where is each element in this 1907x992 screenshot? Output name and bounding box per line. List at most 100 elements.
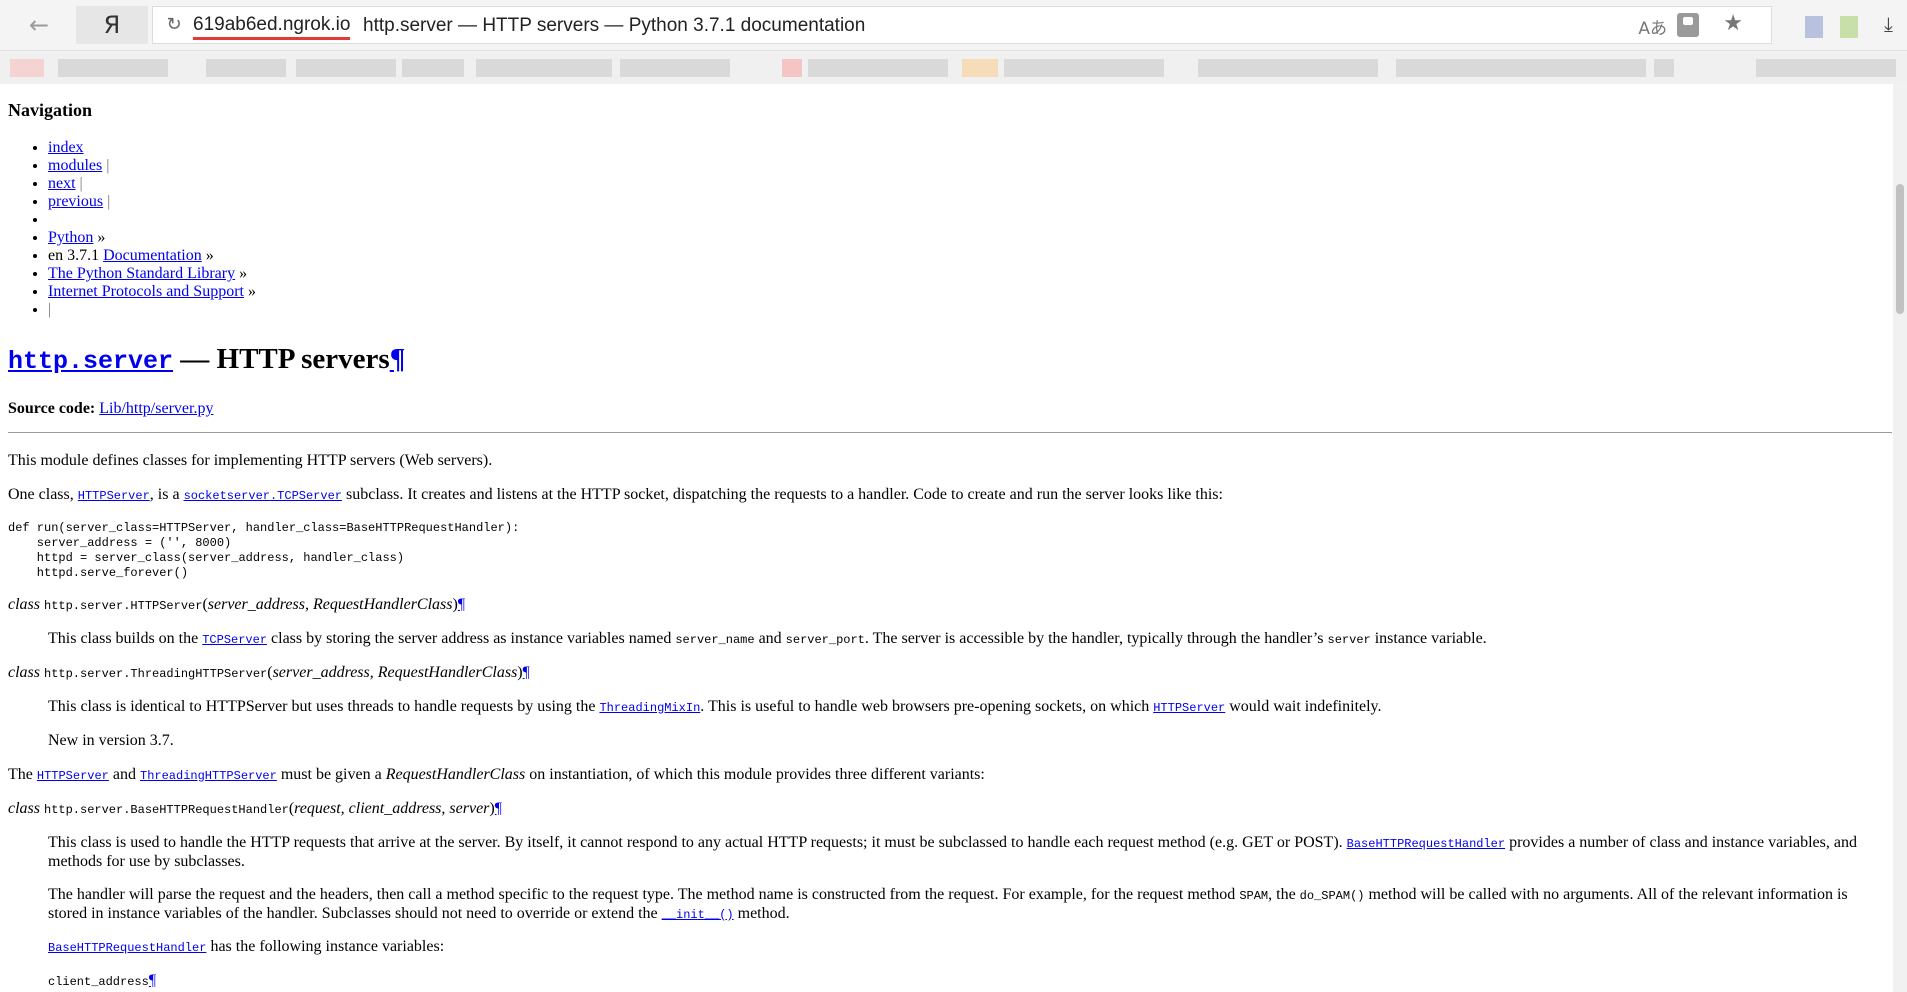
- bookmark-item[interactable]: [206, 59, 286, 77]
- nav-item-modules: modules |: [48, 157, 256, 175]
- attribute-permalink[interactable]: ¶: [149, 972, 156, 989]
- text: instance variable.: [1370, 630, 1487, 647]
- extension-icon[interactable]: [1840, 16, 1858, 38]
- nav-item-index: index: [48, 139, 256, 157]
- address-bar[interactable]: ↻ 619ab6ed.ngrok.io http.server — HTTP s…: [152, 6, 1772, 44]
- threadinghttpserver-link[interactable]: ThreadingHTTPServer: [140, 766, 277, 783]
- nav-separator: »: [97, 229, 106, 246]
- bookmark-item[interactable]: [1396, 59, 1646, 77]
- nav-link-next[interactable]: next: [48, 175, 76, 192]
- init-link[interactable]: __init__(): [662, 905, 734, 922]
- browser-chrome: ← Я ↻ 619ab6ed.ngrok.io http.server — HT…: [0, 0, 1907, 84]
- httpserver-code: HTTPServer: [77, 489, 150, 503]
- server-name-code: server_name: [675, 633, 755, 647]
- bookmark-item[interactable]: [1756, 59, 1896, 77]
- bookmark-item[interactable]: [782, 59, 802, 77]
- text: This class is used to handle the HTTP re…: [48, 834, 1347, 851]
- tcpserver-link[interactable]: socketserver.TCPServer: [184, 486, 342, 503]
- nav-item-empty: [48, 211, 256, 229]
- title-permalink[interactable]: ¶: [390, 343, 406, 375]
- nav-link-documentation[interactable]: Documentation: [103, 247, 202, 264]
- module-name-link[interactable]: http.server: [8, 343, 174, 376]
- bookmark-item[interactable]: [1004, 59, 1164, 77]
- nav-link-index[interactable]: index: [48, 139, 84, 156]
- signature-permalink[interactable]: ¶: [495, 800, 502, 817]
- class-keyword: class: [8, 664, 44, 681]
- bookmark-item[interactable]: [296, 59, 396, 77]
- text: , the: [1268, 886, 1300, 903]
- bookmark-item[interactable]: [962, 59, 998, 77]
- httpserver-link[interactable]: HTTPServer: [1153, 698, 1225, 715]
- text: . This is useful to handle web browsers …: [700, 698, 1154, 715]
- extension-icon[interactable]: [1805, 16, 1823, 38]
- bookmark-item[interactable]: [10, 59, 44, 77]
- horizontal-rule: [8, 432, 1892, 433]
- source-code-line: Source code: Lib/http/server.py: [8, 400, 213, 418]
- address-host[interactable]: 619ab6ed.ngrok.io: [193, 15, 351, 40]
- nav-version: en 3.7.1: [48, 247, 100, 264]
- scrollbar-thumb[interactable]: [1896, 184, 1904, 314]
- nav-separator: |: [106, 157, 110, 174]
- nav-item-next: next |: [48, 175, 256, 193]
- module-name: http.server: [8, 347, 174, 376]
- handler-intro-paragraph: The HTTPServer and ThreadingHTTPServer m…: [8, 766, 985, 784]
- nav-separator: »: [239, 265, 248, 282]
- basehttprequesthandler-code: BaseHTTPRequestHandler: [1346, 837, 1506, 851]
- basehttprequesthandler-link[interactable]: BaseHTTPRequestHandler: [1347, 834, 1505, 851]
- threadinghttpserver-description: This class is identical to HTTPServer bu…: [48, 698, 1878, 716]
- lock-icon[interactable]: [1677, 13, 1699, 37]
- nav-separator: |: [79, 175, 83, 192]
- vertical-scrollbar[interactable]: [1893, 84, 1907, 992]
- text: . The server is accessible by the handle…: [864, 630, 1328, 647]
- nav-link-stdlib[interactable]: The Python Standard Library: [48, 265, 235, 282]
- nav-link-previous[interactable]: previous: [48, 193, 103, 210]
- reload-icon[interactable]: ↻: [163, 13, 185, 37]
- signature-threadinghttpserver: class http.server.ThreadingHTTPServer(se…: [8, 664, 530, 681]
- navigation-heading: Navigation: [8, 100, 93, 120]
- star-icon[interactable]: ★: [1723, 11, 1743, 36]
- download-icon[interactable]: ⤓: [1884, 12, 1893, 36]
- nav-item-documentation: en 3.7.1 Documentation »: [48, 247, 256, 265]
- bookmark-item[interactable]: [620, 59, 730, 77]
- bookmark-item[interactable]: [58, 59, 168, 77]
- signature-permalink[interactable]: ¶: [523, 664, 530, 681]
- bookmark-item[interactable]: [476, 59, 612, 77]
- text: The handler will parse the request and t…: [48, 886, 1240, 903]
- yandex-button[interactable]: Я: [76, 6, 148, 44]
- address-page-title[interactable]: http.server — HTTP servers — Python 3.7.…: [363, 15, 865, 37]
- signature-basehttprequesthandler: class http.server.BaseHTTPRequestHandler…: [8, 800, 502, 817]
- nav-item-stdlib: The Python Standard Library »: [48, 265, 256, 283]
- handler-parse-description: The handler will parse the request and t…: [48, 886, 1860, 924]
- attribute-name: client_address: [48, 975, 149, 989]
- nav-item-search: |: [48, 301, 256, 319]
- httpserver-link[interactable]: HTTPServer: [78, 486, 150, 503]
- translate-icon[interactable]: Aあ: [1638, 14, 1667, 39]
- nav-item-previous: previous |: [48, 193, 256, 211]
- bookmark-item[interactable]: [808, 59, 948, 77]
- basehttprequesthandler-link[interactable]: BaseHTTPRequestHandler: [48, 938, 206, 955]
- nav-separator: »: [205, 247, 214, 264]
- instance-variables-intro: BaseHTTPRequestHandler has the following…: [48, 938, 1878, 956]
- signature-name: http.server.ThreadingHTTPServer: [44, 667, 268, 681]
- bookmark-item[interactable]: [402, 59, 464, 77]
- threadingmixin-link[interactable]: ThreadingMixIn: [599, 698, 700, 715]
- nav-link-modules[interactable]: modules: [48, 157, 102, 174]
- back-button[interactable]: ←: [24, 10, 54, 40]
- source-code-link[interactable]: Lib/http/server.py: [99, 400, 213, 417]
- handler-class-term: RequestHandlerClass: [385, 766, 526, 783]
- signature-permalink[interactable]: ¶: [458, 596, 465, 613]
- httpserver-code: HTTPServer: [36, 769, 109, 783]
- nav-link-python[interactable]: Python: [48, 229, 93, 246]
- text: One class,: [8, 486, 78, 503]
- bookmark-item[interactable]: [1654, 59, 1674, 77]
- nav-link-protocols[interactable]: Internet Protocols and Support: [48, 283, 244, 300]
- text: must be given a: [276, 766, 386, 783]
- signature-httpserver: class http.server.HTTPServer(server_addr…: [8, 596, 466, 613]
- arrow-left-icon: ←: [28, 11, 50, 39]
- bookmark-item[interactable]: [1198, 59, 1378, 77]
- nav-separator: |: [107, 193, 111, 210]
- nav-separator: |: [48, 301, 52, 318]
- tcpserver-link[interactable]: TCPServer: [202, 630, 267, 647]
- httpserver-link[interactable]: HTTPServer: [37, 766, 109, 783]
- title-text: — HTTP servers: [173, 343, 390, 375]
